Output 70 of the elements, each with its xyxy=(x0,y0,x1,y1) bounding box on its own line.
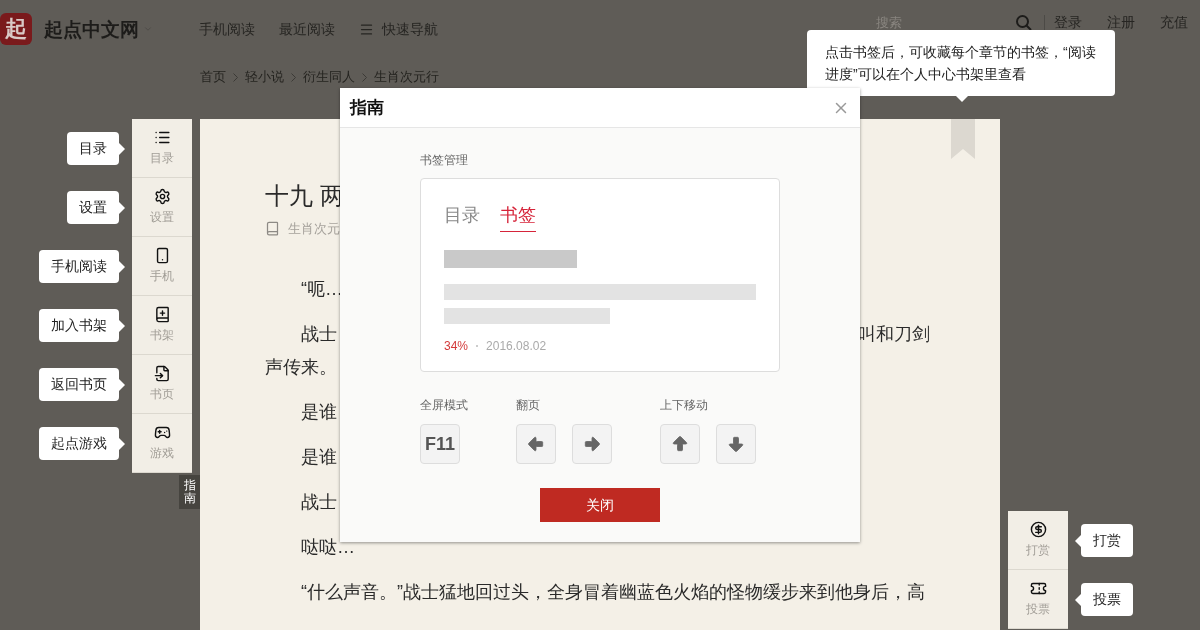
callout-pointer xyxy=(1075,593,1081,606)
toolbar-button[interactable]: 设置 xyxy=(132,178,192,237)
callout-label: 起点游戏 xyxy=(39,427,119,460)
bookmark-date: 2016.08.02 xyxy=(486,338,547,355)
tooltip: 点击书签后，可收藏每个章节的书签，“阅读进度”可以在个人中心书架里查看 xyxy=(807,30,1115,96)
breadcrumb-link[interactable]: 轻小说 xyxy=(245,69,284,85)
nav-link[interactable]: 手机阅读 xyxy=(199,18,255,40)
paragraph-text: 是谁 xyxy=(301,445,337,469)
callout-label: 手机阅读 xyxy=(39,250,119,283)
callout-pointer xyxy=(1075,534,1081,547)
key: F11 xyxy=(420,424,460,464)
chevron-icon xyxy=(291,73,296,82)
file-arrow-icon xyxy=(153,365,171,382)
callout-label: 加入书架 xyxy=(39,309,119,342)
book-icon xyxy=(265,221,280,237)
book-name: 生肖次元 xyxy=(288,220,340,238)
toolbar-button[interactable]: 投票 xyxy=(1008,570,1068,629)
chevron-icon xyxy=(233,73,238,82)
site-name[interactable]: 起点中文网 xyxy=(44,14,139,44)
dialog-title: 指南 xyxy=(350,96,384,119)
coin-icon xyxy=(1029,521,1047,538)
up-arrow-icon xyxy=(670,434,690,454)
header-link[interactable]: 充值 xyxy=(1160,12,1188,33)
close-dialog-button[interactable]: 关闭 xyxy=(540,488,660,522)
right-arrow-icon xyxy=(582,434,602,454)
menu-icon xyxy=(359,21,374,37)
toolbar-button[interactable]: 书页 xyxy=(132,355,192,414)
ticket-icon xyxy=(1029,580,1047,597)
key-group-label: 翻页 xyxy=(516,397,541,414)
callout-pointer xyxy=(119,142,125,155)
callout-label: 设置 xyxy=(67,191,119,224)
progress-percent: 34% xyxy=(444,338,469,355)
gamepad-icon xyxy=(153,424,171,441)
paragraph-text: 声传来。 xyxy=(265,355,337,379)
callout-label: 打赏 xyxy=(1081,524,1133,557)
down-arrow-icon xyxy=(726,434,746,454)
search-icon xyxy=(1016,14,1032,31)
guide-tab[interactable]: 指南 xyxy=(179,475,200,510)
callout-label: 投票 xyxy=(1081,583,1133,616)
callout-label: 返回书页 xyxy=(39,368,119,401)
toolbar-button[interactable]: 书架 xyxy=(132,296,192,355)
book-plus-icon xyxy=(153,306,171,323)
callout-label: 目录 xyxy=(67,132,119,165)
settings-icon xyxy=(153,188,171,205)
key-group-label: 上下移动 xyxy=(660,397,709,414)
callout-pointer xyxy=(119,319,125,332)
toolbar-button[interactable]: 打赏 xyxy=(1008,511,1068,570)
callout-pointer xyxy=(119,378,125,391)
toolbar-button[interactable]: 目录 xyxy=(132,119,192,178)
callout-pointer xyxy=(119,437,125,450)
paragraph-text: 哒哒… xyxy=(301,535,355,559)
nav-link[interactable]: 最近阅读 xyxy=(279,18,335,40)
paragraph-text: 战士 xyxy=(301,322,337,346)
list-icon xyxy=(153,129,171,146)
logo[interactable]: 起 xyxy=(0,13,32,45)
left-arrow-icon xyxy=(526,434,546,454)
toolbar-button[interactable]: 游戏 xyxy=(132,414,192,473)
callout-pointer xyxy=(119,201,125,214)
tab[interactable]: 书签 xyxy=(500,201,536,232)
callout-pointer xyxy=(956,96,968,102)
breadcrumb-link[interactable]: 生肖次元行 xyxy=(374,69,439,85)
paragraph-text: 是谁 xyxy=(301,400,337,424)
paragraph-text: 战士 xyxy=(301,490,337,514)
section-label: 书签管理 xyxy=(420,152,469,169)
chevron-icon xyxy=(362,73,367,82)
tab[interactable]: 目录 xyxy=(444,201,480,232)
key-group-label: 全屏模式 xyxy=(420,397,468,414)
callout-pointer xyxy=(119,260,125,273)
toolbar-button[interactable]: 手机 xyxy=(132,237,192,296)
paragraph-text: “什么声音。”战士猛地回过头，全身冒着幽蓝色火焰的怪物缓步来到他身后，高 xyxy=(301,580,925,604)
